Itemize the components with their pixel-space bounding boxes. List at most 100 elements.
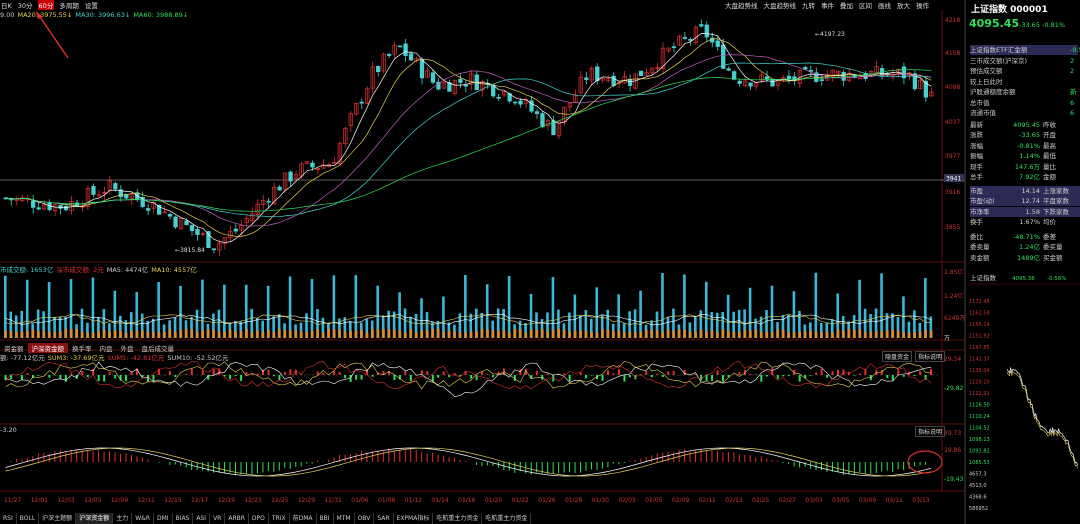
candle[interactable]	[392, 41, 397, 58]
candle[interactable]	[397, 45, 403, 48]
candle[interactable]	[354, 102, 359, 116]
candle[interactable]	[387, 53, 392, 59]
candle[interactable]	[617, 80, 622, 88]
candle[interactable]	[562, 106, 567, 126]
candle[interactable]	[381, 52, 386, 74]
candle[interactable]	[167, 212, 173, 220]
candle[interactable]	[726, 66, 731, 72]
candle[interactable]	[803, 65, 808, 70]
candle[interactable]	[365, 86, 370, 105]
candle[interactable]	[425, 67, 430, 78]
macd-chart[interactable]	[5, 447, 932, 477]
bottom-tab-9[interactable]: VR	[210, 513, 226, 524]
candle[interactable]	[102, 186, 107, 200]
candle[interactable]	[452, 79, 458, 96]
flow-button-0[interactable]: 隐盘资金	[882, 351, 913, 362]
candle[interactable]	[534, 108, 540, 120]
candle[interactable]	[556, 120, 562, 139]
candle[interactable]	[85, 185, 91, 210]
candle[interactable]	[578, 71, 583, 95]
candle[interactable]	[277, 184, 282, 191]
candle[interactable]	[682, 32, 688, 41]
candle[interactable]	[206, 230, 211, 249]
candlesticks[interactable]	[3, 19, 934, 256]
candle[interactable]	[403, 38, 408, 62]
bottom-tab-18[interactable]: EXPMA指标	[394, 513, 434, 524]
candle[interactable]	[266, 198, 271, 209]
candle[interactable]	[512, 101, 518, 106]
candle[interactable]	[622, 70, 627, 84]
candle[interactable]	[370, 61, 375, 93]
candle[interactable]	[343, 126, 348, 148]
candle[interactable]	[233, 223, 238, 234]
bottom-tab-3[interactable]: 沪深资金额	[76, 513, 114, 524]
candle[interactable]	[923, 76, 928, 102]
candle[interactable]	[315, 167, 321, 175]
candle[interactable]	[584, 71, 589, 85]
candle[interactable]	[430, 69, 436, 85]
candle[interactable]	[52, 203, 58, 216]
candle[interactable]	[332, 156, 337, 164]
candle[interactable]	[737, 79, 742, 87]
candle[interactable]	[118, 185, 123, 202]
candle[interactable]	[173, 215, 178, 229]
candle[interactable]	[326, 161, 332, 167]
candle[interactable]	[359, 98, 364, 110]
candle[interactable]	[195, 227, 200, 241]
bottom-tab-1[interactable]: BOLL	[17, 513, 40, 524]
candle[interactable]	[699, 19, 704, 28]
candle[interactable]	[255, 199, 260, 220]
candle[interactable]	[715, 36, 720, 51]
candle[interactable]	[288, 170, 293, 186]
candle[interactable]	[58, 204, 63, 215]
kline-chart[interactable]: 3941 4218 4158 4098 4037 3977 3916 3855 ←4197.23…	[0, 0, 967, 524]
candle[interactable]	[655, 62, 660, 73]
candle[interactable]	[189, 224, 195, 236]
candle[interactable]	[677, 34, 682, 47]
bottom-tab-15[interactable]: MTM	[334, 513, 355, 524]
candle[interactable]	[929, 87, 934, 97]
candle[interactable]	[753, 82, 759, 91]
bottom-tab-16[interactable]: OBV	[355, 513, 375, 524]
candle[interactable]	[742, 76, 748, 87]
macd-explain-button[interactable]: 指标说明	[915, 426, 946, 437]
bottom-tab-5[interactable]: W&R	[132, 513, 154, 524]
candle[interactable]	[693, 25, 698, 45]
bottom-tab-2[interactable]: 沪深主题额	[39, 513, 77, 524]
candle[interactable]	[589, 66, 594, 86]
bottom-tab-19[interactable]: 吃航重主力资金	[433, 513, 483, 524]
candle[interactable]	[474, 70, 479, 91]
candle[interactable]	[660, 42, 666, 74]
candle[interactable]	[847, 68, 852, 83]
candle[interactable]	[704, 21, 709, 43]
candle[interactable]	[96, 189, 102, 197]
bottom-tab-10[interactable]: ARBR	[225, 513, 249, 524]
candle[interactable]	[469, 70, 474, 91]
volume-bars[interactable]	[4, 272, 933, 338]
candle[interactable]	[222, 236, 228, 250]
bottom-tab-7[interactable]: BIAS	[173, 513, 194, 524]
candle[interactable]	[228, 225, 233, 243]
candle[interactable]	[447, 79, 452, 92]
candle[interactable]	[644, 68, 649, 77]
candle[interactable]	[786, 70, 792, 84]
candle[interactable]	[797, 69, 803, 88]
candle[interactable]	[567, 102, 573, 113]
candle[interactable]	[178, 217, 184, 230]
flow-button-1[interactable]: 指标说明	[915, 351, 946, 362]
candle[interactable]	[321, 159, 326, 169]
candle[interactable]	[627, 74, 633, 92]
candle[interactable]	[600, 77, 605, 84]
candle[interactable]	[458, 72, 463, 89]
candle[interactable]	[671, 42, 677, 53]
candle[interactable]	[918, 78, 923, 90]
candle[interactable]	[463, 79, 468, 93]
candle[interactable]	[304, 161, 310, 165]
candle[interactable]	[912, 69, 918, 92]
intraday-mini-chart[interactable]: 上证指数 4095.38 -0.56% 1172.45 1162.58 1156.14 11…	[967, 270, 1080, 524]
candle[interactable]	[491, 84, 496, 99]
candle[interactable]	[348, 111, 353, 132]
bottom-tab-11[interactable]: DPO	[249, 513, 269, 524]
candle[interactable]	[211, 248, 217, 254]
fund-flow-chart[interactable]	[0, 360, 940, 397]
